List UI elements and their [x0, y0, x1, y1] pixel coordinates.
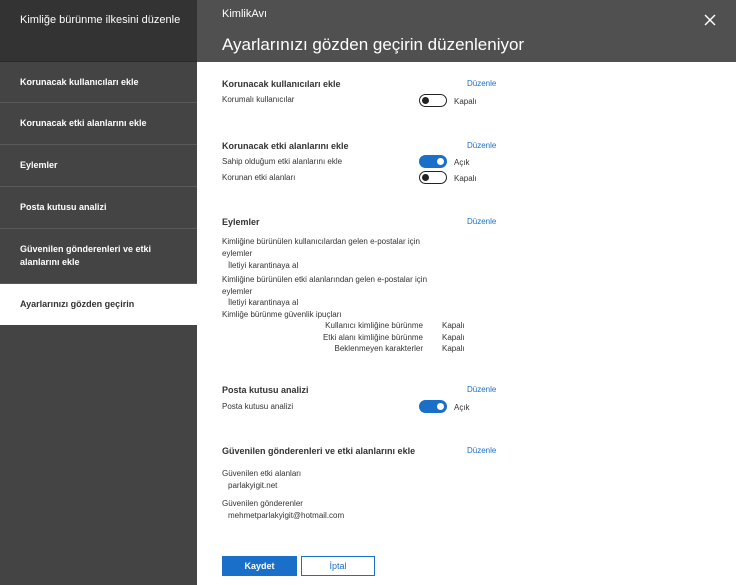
tip-unusual-characters-value: Kapalı — [442, 344, 465, 353]
sidebar-step-actions[interactable]: Eylemler — [0, 145, 197, 187]
owned-domains-toggle[interactable] — [419, 155, 447, 168]
sidebar-step-review[interactable]: Ayarlarınızı gözden geçirin — [0, 284, 197, 325]
trusted-domains-label: Güvenilen etki alanları — [222, 469, 302, 478]
trusted-senders-label: Güvenilen gönderenler — [222, 499, 303, 508]
protected-users-toggle[interactable] — [419, 94, 447, 107]
tip-user-impersonation-value: Kapalı — [442, 321, 465, 330]
tip-domain-impersonation-value: Kapalı — [442, 333, 465, 342]
edit-link-actions[interactable]: Düzenle — [467, 217, 496, 226]
trusted-senders-value: mehmetparlakyigit@hotmail.com — [228, 511, 345, 520]
sidebar-title: Kimliğe bürünme ilkesini düzenle — [0, 0, 197, 62]
edit-link-trusted-senders[interactable]: Düzenle — [467, 446, 496, 455]
section-title-protected-users: Korunacak kullanıcıları ekle — [222, 79, 341, 89]
user-action-label: Kimliğine bürünülen kullanıcılardan gele… — [222, 237, 420, 246]
toggle-knob — [437, 157, 444, 165]
review-content: Korunacak kullanıcıları ekle Düzenle Kor… — [197, 62, 736, 585]
section-title-actions: Eylemler — [222, 217, 260, 227]
cancel-button[interactable]: İptal — [301, 556, 375, 576]
domain-action-label: Kimliğine bürünülen etki alanlarından ge… — [222, 275, 428, 284]
toggle-knob — [422, 96, 429, 104]
user-action-value: İletiyi karantinaya al — [228, 261, 299, 270]
sidebar-step-trusted-senders[interactable]: Güvenilen gönderenleri ve etki alanların… — [0, 229, 197, 284]
mailbox-intelligence-toggle[interactable] — [419, 400, 447, 413]
mailbox-intelligence-state: Açık — [454, 403, 470, 412]
save-button[interactable]: Kaydet — [222, 556, 297, 576]
domain-action-value: İletiyi karantinaya al — [228, 298, 299, 307]
section-title-protected-domains: Korunacak etki alanlarını ekle — [222, 141, 349, 151]
sidebar-step-protected-domains[interactable]: Korunacak etki alanlarını ekle — [0, 103, 197, 145]
brand-name: KimlikAvı — [222, 8, 268, 20]
protected-users-label: Korumalı kullanıcılar — [222, 95, 295, 104]
protected-domains-label: Korunan etki alanları — [222, 173, 296, 182]
page-title: Ayarlarınızı gözden geçirin düzenleniyor — [222, 35, 525, 54]
tip-user-impersonation-label: Kullanıcı kimliğine bürünme — [325, 321, 423, 330]
panel-header: KimlikAvı Ayarlarınızı gözden geçirin dü… — [197, 0, 736, 62]
safety-tips-label: Kimliğe bürünme güvenlik ipuçları — [222, 310, 342, 319]
toggle-knob — [422, 173, 429, 181]
owned-domains-state: Açık — [454, 158, 470, 167]
domain-action-label-cont: eylemler — [222, 287, 253, 296]
section-title-trusted-senders: Güvenilen gönderenleri ve etki alanların… — [222, 446, 416, 456]
owned-domains-label: Sahip olduğum etki alanlarını ekle — [222, 157, 343, 166]
tip-domain-impersonation-label: Etki alanı kimliğine bürünme — [322, 333, 423, 342]
wizard-sidebar: Kimliğe bürünme ilkesini düzenle Korunac… — [0, 0, 197, 585]
user-action-label-cont: eylemler — [222, 249, 253, 258]
protected-domains-toggle[interactable] — [419, 171, 447, 184]
close-icon[interactable] — [702, 12, 718, 28]
tip-unusual-characters-label: Beklenmeyen karakterler — [334, 344, 423, 353]
sidebar-step-mailbox-intelligence[interactable]: Posta kutusu analizi — [0, 187, 197, 229]
sidebar-step-protected-users[interactable]: Korunacak kullanıcıları ekle — [0, 62, 197, 103]
edit-link-protected-users[interactable]: Düzenle — [467, 79, 496, 88]
edit-link-protected-domains[interactable]: Düzenle — [467, 141, 496, 150]
edit-link-mailbox-intelligence[interactable]: Düzenle — [467, 385, 496, 394]
toggle-knob — [437, 402, 444, 410]
section-title-mailbox-intelligence: Posta kutusu analizi — [222, 385, 309, 395]
trusted-domains-value: parlakyigit.net — [228, 481, 278, 490]
protected-users-state: Kapalı — [454, 97, 477, 106]
mailbox-intelligence-label: Posta kutusu analizi — [222, 402, 294, 411]
protected-domains-state: Kapalı — [454, 174, 477, 183]
